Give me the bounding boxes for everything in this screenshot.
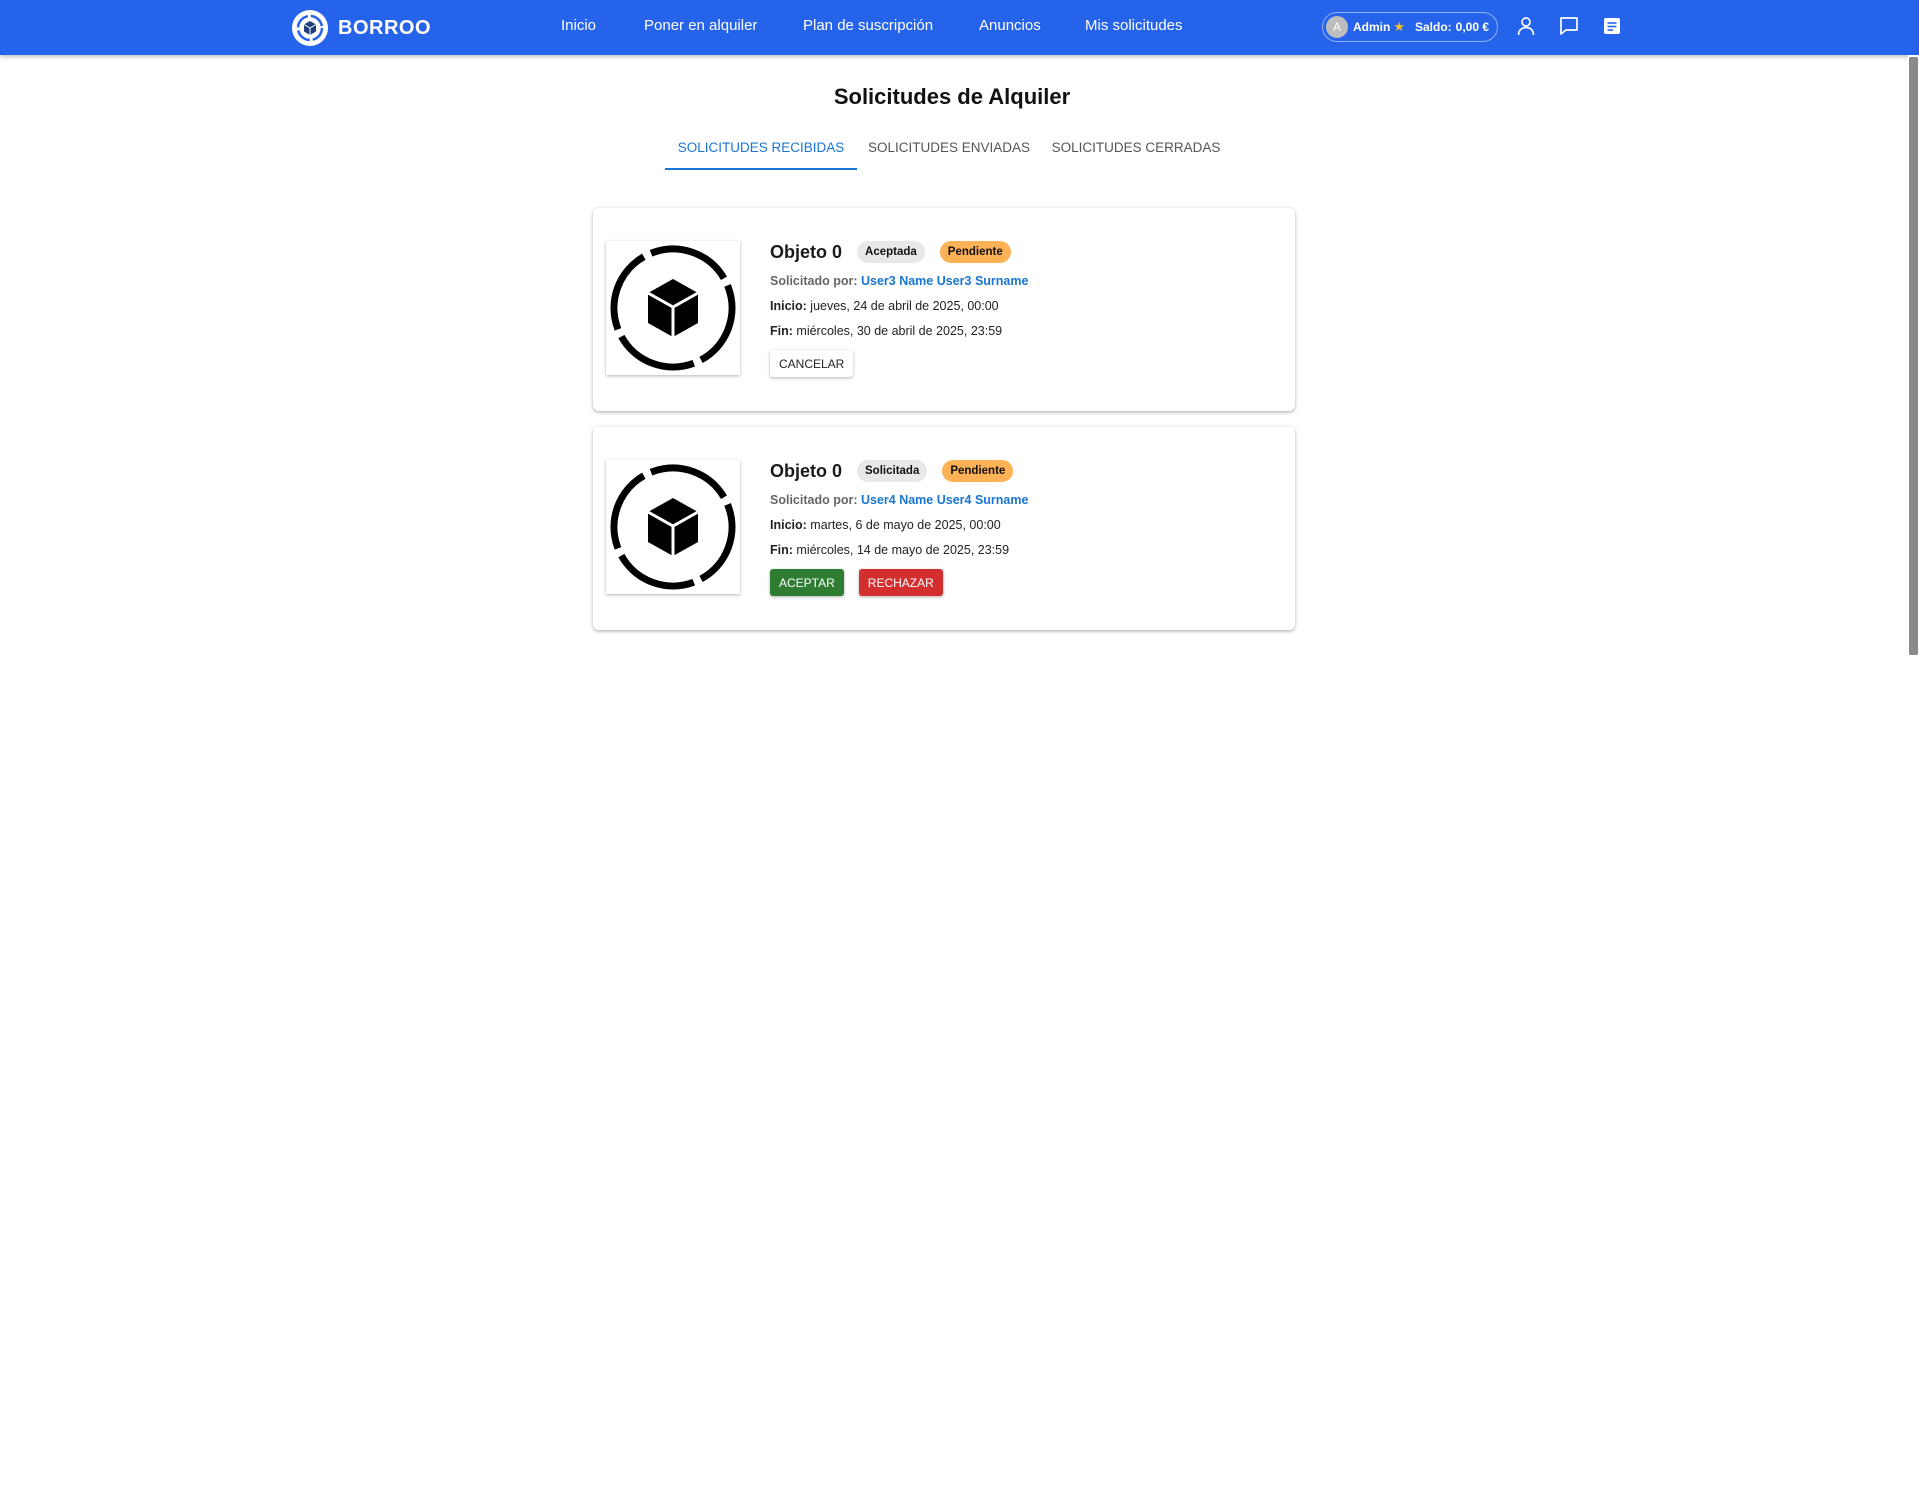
- nav-mis-solicitudes[interactable]: Mis solicitudes: [1085, 17, 1183, 34]
- start-date: jueves, 24 de abril de 2025, 00:00: [810, 299, 999, 313]
- top-navigation-bar: BORROO Inicio Poner en alquiler Plan de …: [0, 0, 1919, 55]
- payment-status-badge: Pendiente: [942, 460, 1014, 482]
- requested-by-row: Solicitado por: User4 Name User4 Surname: [770, 493, 1028, 509]
- active-tab-indicator: [665, 168, 857, 170]
- request-card: Objeto 0 Solicitada Pendiente Solicitado…: [593, 427, 1295, 630]
- status-badge: Aceptada: [857, 241, 925, 263]
- tab-solicitudes-recibidas[interactable]: SOLICITUDES RECIBIDAS: [665, 136, 857, 171]
- nav-inicio[interactable]: Inicio: [561, 17, 596, 34]
- package-circle-icon: [610, 245, 736, 371]
- item-image: [606, 460, 740, 594]
- profile-icon[interactable]: [1515, 15, 1537, 37]
- requester-link[interactable]: User4 Name User4 Surname: [861, 493, 1028, 507]
- nav-poner-en-alquiler[interactable]: Poner en alquiler: [644, 17, 757, 34]
- start-label: Inicio:: [770, 299, 807, 313]
- nav-plan-suscripcion[interactable]: Plan de suscripción: [803, 17, 933, 34]
- cancel-button[interactable]: CANCELAR: [770, 350, 854, 377]
- accept-button[interactable]: ACEPTAR: [770, 569, 844, 596]
- nav-anuncios[interactable]: Anuncios: [979, 17, 1041, 34]
- end-date: miércoles, 14 de mayo de 2025, 23:59: [796, 543, 1010, 557]
- tab-solicitudes-cerradas[interactable]: SOLICITUDES CERRADAS: [1041, 136, 1231, 171]
- avatar: A: [1326, 16, 1348, 38]
- start-date-row: Inicio: jueves, 24 de abril de 2025, 00:…: [770, 299, 1028, 315]
- brand[interactable]: BORROO: [292, 10, 431, 46]
- item-title: Objeto 0: [770, 241, 843, 262]
- star-icon: ★: [1393, 19, 1405, 34]
- balance-value: 0,00 €: [1455, 20, 1490, 34]
- end-date: miércoles, 30 de abril de 2025, 23:59: [796, 324, 1003, 338]
- request-card: Objeto 0 Aceptada Pendiente Solicitado p…: [593, 208, 1295, 411]
- start-date: martes, 6 de mayo de 2025, 00:00: [810, 518, 1001, 532]
- user-name: Admin: [1353, 20, 1391, 34]
- requested-by-label: Solicitado por:: [770, 493, 858, 507]
- end-label: Fin:: [770, 324, 793, 338]
- requested-by-row: Solicitado por: User3 Name User3 Surname: [770, 274, 1028, 290]
- start-date-row: Inicio: martes, 6 de mayo de 2025, 00:00: [770, 518, 1028, 534]
- start-label: Inicio:: [770, 518, 807, 532]
- item-image: [606, 241, 740, 375]
- chat-icon[interactable]: [1558, 15, 1580, 37]
- reject-button[interactable]: RECHAZAR: [858, 569, 943, 596]
- payment-status-badge: Pendiente: [939, 241, 1011, 263]
- user-balance-pill[interactable]: A Admin ★ Saldo: 0,00 €: [1322, 12, 1498, 42]
- borroo-logo-icon: [292, 10, 328, 46]
- end-label: Fin:: [770, 543, 793, 557]
- requested-by-label: Solicitado por:: [770, 274, 858, 288]
- tab-solicitudes-enviadas[interactable]: SOLICITUDES ENVIADAS: [857, 136, 1041, 171]
- package-circle-icon: [610, 464, 736, 590]
- scrollbar-thumb[interactable]: [1909, 57, 1918, 655]
- end-date-row: Fin: miércoles, 14 de mayo de 2025, 23:5…: [770, 543, 1028, 559]
- requester-link[interactable]: User3 Name User3 Surname: [861, 274, 1028, 288]
- balance-label: Saldo:: [1415, 20, 1452, 34]
- end-date-row: Fin: miércoles, 30 de abril de 2025, 23:…: [770, 324, 1028, 340]
- status-badge: Solicitada: [857, 460, 928, 482]
- page-title: Solicitudes de Alquiler: [833, 84, 1071, 109]
- item-title: Objeto 0: [770, 460, 843, 481]
- notes-icon[interactable]: [1601, 15, 1623, 37]
- brand-name: BORROO: [338, 16, 431, 39]
